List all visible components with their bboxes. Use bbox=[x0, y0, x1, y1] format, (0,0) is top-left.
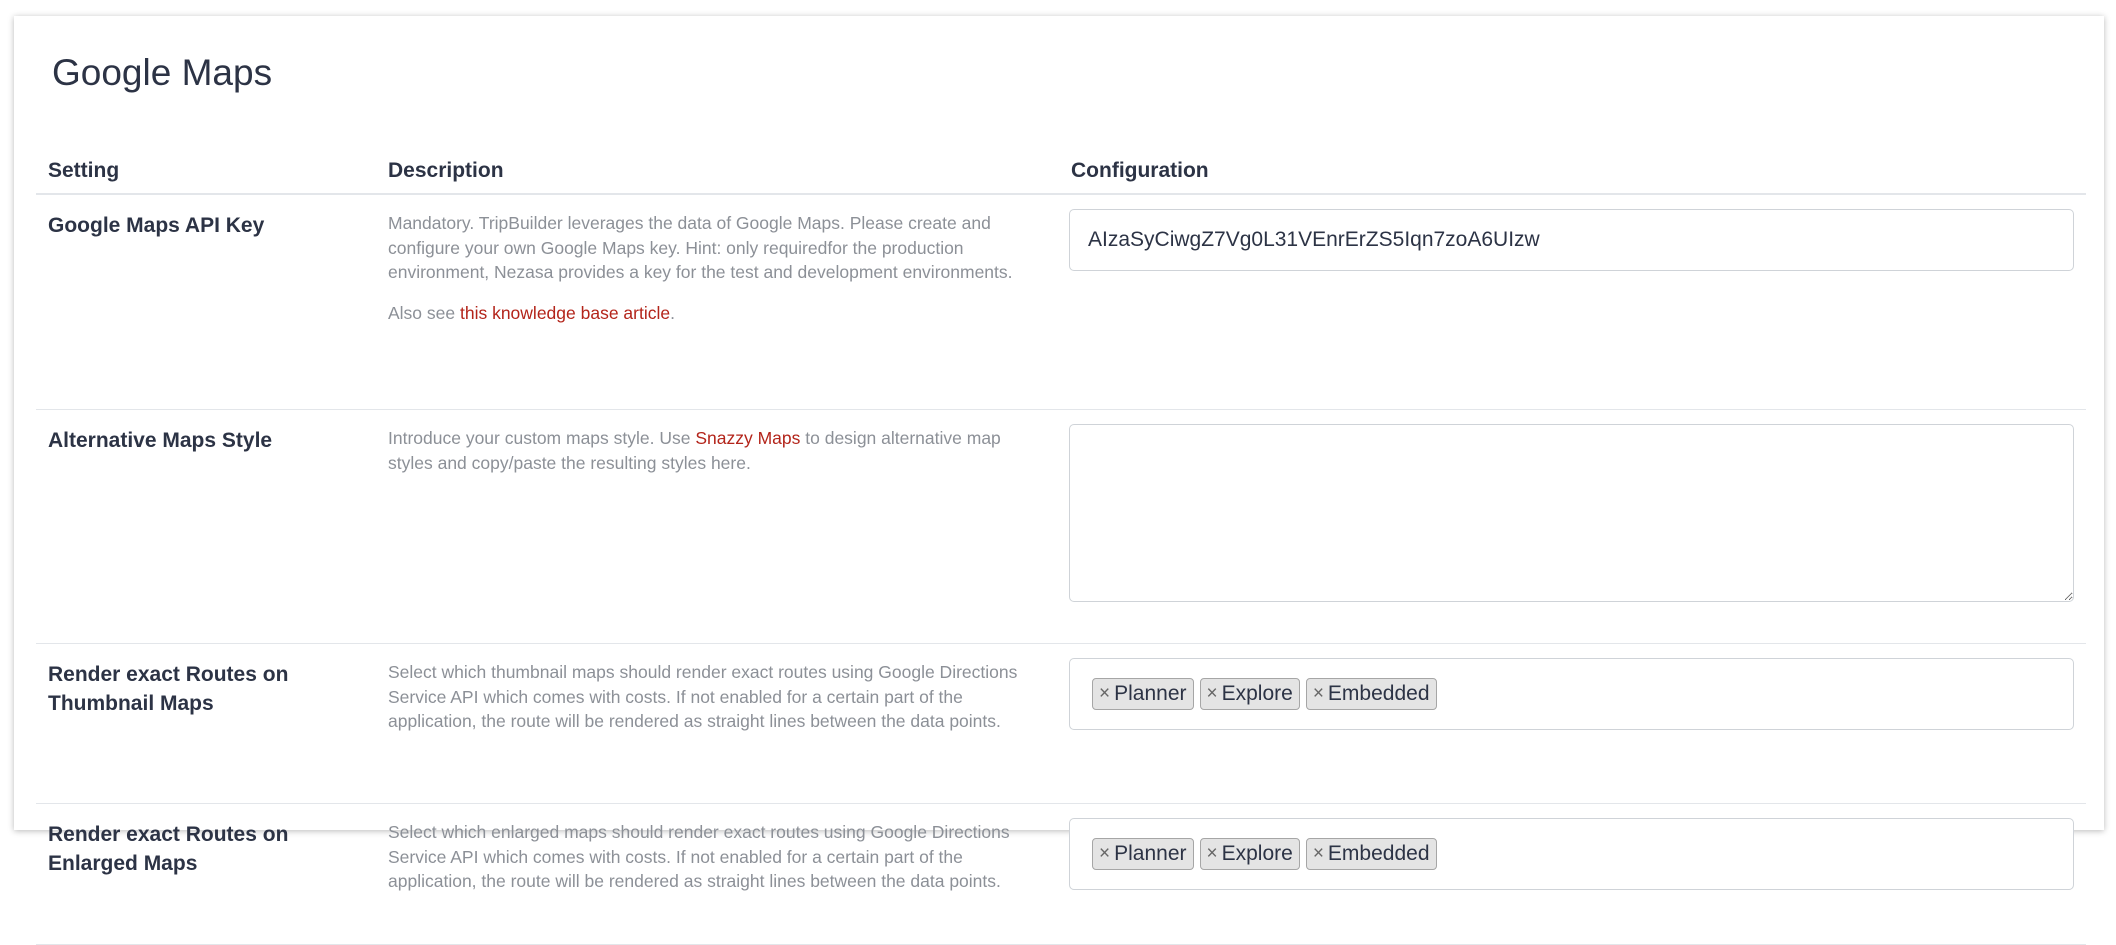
enlarged-routes-multiselect[interactable]: × Planner × Explore × Embedded bbox=[1069, 818, 2074, 890]
config-enlarged-routes: × Planner × Explore × Embedded bbox=[1059, 803, 2086, 945]
remove-tag-icon[interactable]: × bbox=[1313, 683, 1324, 705]
tag-planner: × Planner bbox=[1092, 678, 1194, 710]
tag-label: Explore bbox=[1221, 842, 1293, 865]
remove-tag-icon[interactable]: × bbox=[1207, 843, 1218, 865]
remove-tag-icon[interactable]: × bbox=[1099, 683, 1110, 705]
also-see-prefix: Also see bbox=[388, 302, 460, 323]
tag-label: Planner bbox=[1114, 842, 1187, 865]
description-thumbnail-routes: Select which thumbnail maps should rende… bbox=[376, 643, 1059, 804]
description-prefix: Introduce your custom maps style. Use bbox=[388, 428, 696, 448]
api-key-input[interactable] bbox=[1069, 209, 2074, 271]
also-see-line: Also see this knowledge base article. bbox=[388, 301, 1039, 326]
table-row-api-key: Google Maps API Key Mandatory. TripBuild… bbox=[36, 194, 2086, 410]
tag-explore: × Explore bbox=[1199, 678, 1300, 710]
knowledge-base-link[interactable]: this knowledge base article bbox=[460, 303, 670, 323]
description-enlarged-routes: Select which enlarged maps should render… bbox=[376, 803, 1059, 945]
description-api-key: Mandatory. TripBuilder leverages the dat… bbox=[376, 194, 1059, 410]
maps-style-textarea[interactable] bbox=[1069, 424, 2074, 602]
description-maps-style: Introduce your custom maps style. Use Sn… bbox=[376, 409, 1059, 644]
column-header-setting: Setting bbox=[36, 149, 376, 195]
also-see-suffix: . bbox=[670, 302, 675, 323]
remove-tag-icon[interactable]: × bbox=[1099, 843, 1110, 865]
tag-label: Embedded bbox=[1327, 842, 1430, 865]
tag-explore: × Explore bbox=[1199, 838, 1300, 870]
tag-embedded: × Embedded bbox=[1305, 678, 1437, 710]
table-row-maps-style: Alternative Maps Style Introduce your cu… bbox=[36, 409, 2086, 644]
column-header-configuration: Configuration bbox=[1059, 149, 2086, 195]
google-maps-settings-card: Google Maps Setting Description Configur… bbox=[14, 16, 2104, 945]
tag-label: Explore bbox=[1221, 682, 1293, 705]
tag-planner: × Planner bbox=[1092, 838, 1194, 870]
description-text: Select which thumbnail maps should rende… bbox=[388, 662, 1018, 731]
config-api-key bbox=[1059, 194, 2086, 410]
table-row-thumbnail-routes: Render exact Routes on Thumbnail Maps Se… bbox=[36, 643, 2086, 804]
description-text: Introduce your custom maps style. Use Sn… bbox=[388, 426, 1039, 475]
remove-tag-icon[interactable]: × bbox=[1313, 843, 1324, 865]
table-row-enlarged-routes: Render exact Routes on Enlarged Maps Sel… bbox=[36, 803, 2086, 945]
tag-label: Embedded bbox=[1327, 682, 1430, 705]
setting-name-enlarged-routes: Render exact Routes on Enlarged Maps bbox=[36, 803, 376, 945]
settings-table: Setting Description Configuration Google… bbox=[36, 149, 2086, 945]
remove-tag-icon[interactable]: × bbox=[1207, 683, 1218, 705]
description-text: Select which enlarged maps should render… bbox=[388, 822, 1010, 891]
tag-embedded: × Embedded bbox=[1305, 838, 1437, 870]
config-thumbnail-routes: × Planner × Explore × Embedded bbox=[1059, 643, 2086, 804]
setting-name-maps-style: Alternative Maps Style bbox=[36, 409, 376, 644]
config-maps-style bbox=[1059, 409, 2086, 644]
tag-label: Planner bbox=[1114, 682, 1187, 705]
setting-name-thumbnail-routes: Render exact Routes on Thumbnail Maps bbox=[36, 643, 376, 804]
column-header-description: Description bbox=[376, 149, 1059, 195]
table-header-row: Setting Description Configuration bbox=[36, 149, 2086, 195]
snazzy-maps-link[interactable]: Snazzy Maps bbox=[695, 428, 800, 448]
thumbnail-routes-multiselect[interactable]: × Planner × Explore × Embedded bbox=[1069, 658, 2074, 730]
setting-name-api-key: Google Maps API Key bbox=[36, 194, 376, 410]
description-text: Mandatory. TripBuilder leverages the dat… bbox=[388, 213, 1013, 282]
page-title: Google Maps bbox=[52, 52, 273, 93]
